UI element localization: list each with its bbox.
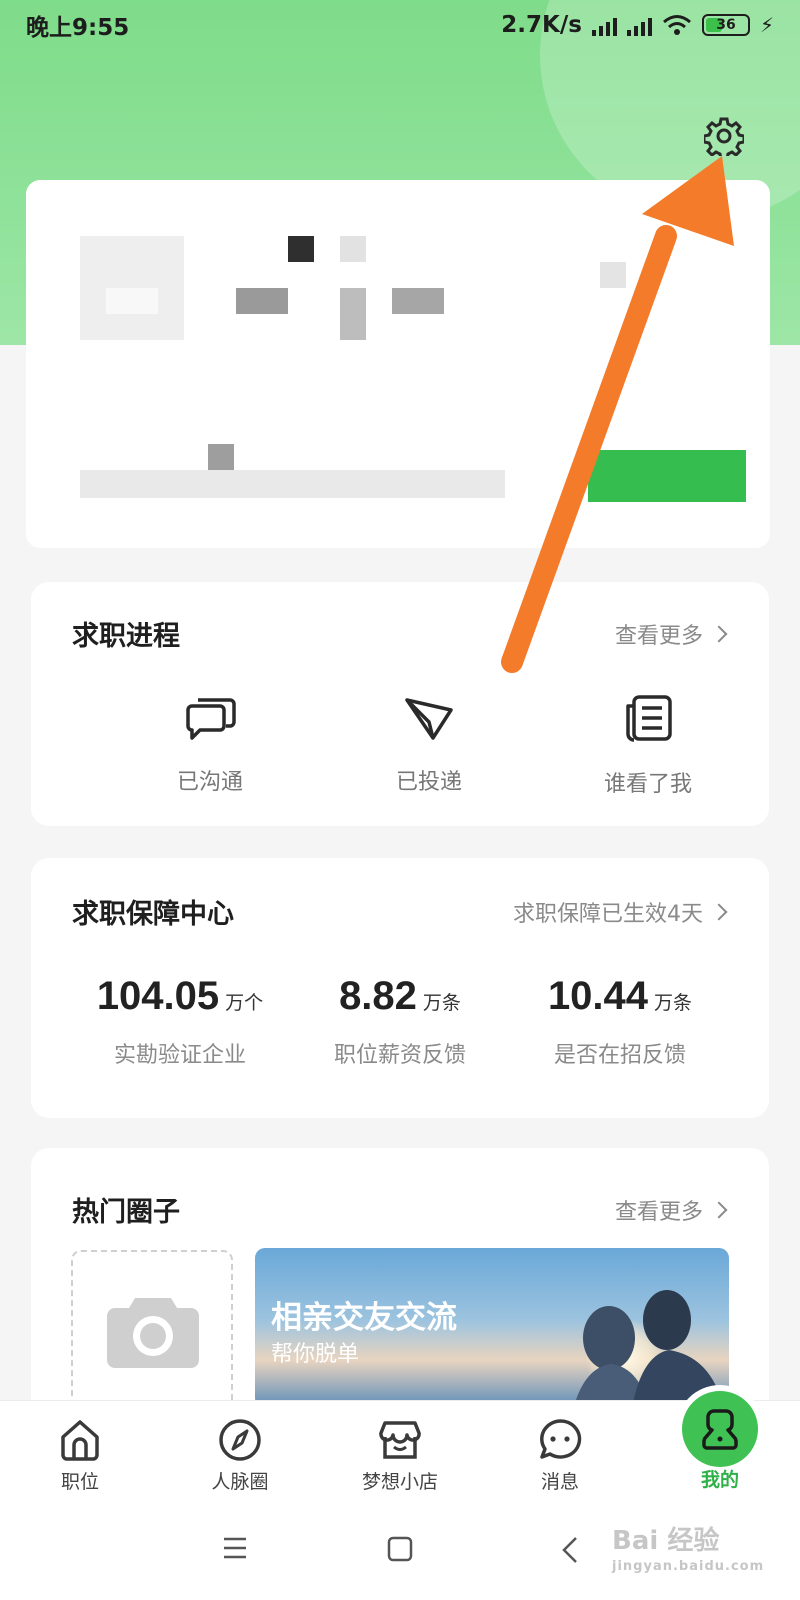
badge-blur — [600, 262, 626, 288]
menu-icon[interactable] — [222, 1536, 248, 1560]
settings-gear-icon[interactable] — [704, 116, 744, 156]
tab-me[interactable]: 我的 — [655, 1465, 785, 1492]
job-progress-card: 求职进程 查看更多 已沟通 已投递 谁看了我 — [31, 582, 769, 826]
tab-dream-shop[interactable]: 梦想小店 — [335, 1417, 465, 1494]
tab-label: 职位 — [60, 1471, 99, 1493]
progress-item-viewed-me[interactable]: 谁看了我 — [548, 694, 748, 798]
progress-item-delivered[interactable]: 已投递 — [329, 694, 529, 796]
stat-label: 是否在招反馈 — [553, 1043, 686, 1068]
info-blur — [208, 444, 234, 470]
more-label: 查看更多 — [614, 624, 703, 649]
signal-icon — [591, 14, 617, 36]
job-progress-more-link[interactable]: 查看更多 — [614, 618, 728, 650]
more-label: 查看更多 — [614, 1200, 703, 1225]
status-bar: 晚上9:55 2.7K/s 36 ⚡ — [0, 0, 800, 50]
tab-label: 我的 — [700, 1469, 739, 1491]
watermark-url: jingyan.baidu.com — [612, 1559, 765, 1574]
dating-circle-banner[interactable]: 相亲交友交流 帮你脱单 — [255, 1248, 729, 1408]
guarantee-title: 求职保障中心 — [72, 899, 234, 930]
hot-circles-card: 热门圈子 查看更多 相亲交友交流 帮你脱单 — [31, 1148, 769, 1438]
stat-label: 实勘验证企业 — [113, 1043, 246, 1068]
compass-icon — [219, 1419, 261, 1461]
message-icon — [540, 1419, 582, 1459]
name-blur — [340, 236, 366, 262]
battery-icon: 36 — [701, 14, 750, 36]
watermark-brand: Bai 经验 — [612, 1526, 720, 1556]
home-icon — [61, 1420, 99, 1461]
back-icon[interactable] — [560, 1536, 580, 1564]
info-bar — [80, 470, 505, 498]
name-blur — [392, 288, 444, 314]
network-speed: 2.7K/s — [501, 12, 582, 38]
document-icon — [626, 695, 672, 742]
hot-circles-title: 热门圈子 — [72, 1197, 180, 1228]
tab-me-button[interactable] — [682, 1391, 758, 1467]
tab-me-bubble[interactable] — [676, 1385, 764, 1473]
job-progress-title: 求职进程 — [72, 621, 180, 652]
progress-label: 已沟通 — [176, 770, 243, 795]
tab-label: 梦想小店 — [361, 1471, 438, 1493]
wifi-icon — [662, 15, 691, 35]
stat-value: 104.05 — [96, 974, 220, 1018]
tab-label: 人脉圈 — [211, 1471, 269, 1493]
stat-label: 职位薪资反馈 — [333, 1043, 466, 1068]
chevron-right-icon — [710, 903, 728, 921]
couple-photo — [573, 1290, 724, 1408]
progress-label: 谁看了我 — [603, 772, 692, 797]
guarantee-center-card: 求职保障中心 求职保障已生效4天 104.05 万个 实勘验证企业 8.82 万条 … — [31, 858, 769, 1118]
stat-unit: 万条 — [422, 992, 461, 1014]
banner-title: 相亲交友交流 — [271, 1300, 457, 1336]
avatar-blur — [106, 288, 158, 314]
hot-circles-more-link[interactable]: 查看更多 — [614, 1194, 728, 1226]
paper-plane-icon — [405, 698, 453, 740]
name-blur — [288, 236, 314, 262]
battery-level: 36 — [716, 17, 736, 33]
stat-verified-companies[interactable]: 104.05 万个 实勘验证企业 — [60, 974, 300, 1069]
signal-icon-2 — [626, 14, 652, 36]
stat-value: 8.82 — [339, 974, 417, 1018]
upload-photo-tile[interactable] — [71, 1250, 233, 1410]
profile-icon — [702, 1409, 738, 1450]
tab-network[interactable]: 人脉圈 — [175, 1417, 305, 1494]
home-square-icon[interactable] — [387, 1536, 413, 1562]
stat-hiring-feedback[interactable]: 10.44 万条 是否在招反馈 — [500, 974, 740, 1069]
progress-label: 已投递 — [395, 770, 462, 795]
bottom-tab-bar: 职位 人脉圈 梦想小店 消息 我的 — [0, 1385, 800, 1500]
name-blur — [236, 288, 288, 314]
chevron-right-icon — [710, 1201, 728, 1219]
tab-jobs[interactable]: 职位 — [15, 1417, 145, 1494]
profile-card[interactable] — [26, 180, 770, 548]
stat-salary-feedback[interactable]: 8.82 万条 职位薪资反馈 — [280, 974, 520, 1069]
guarantee-status: 求职保障已生效4天 — [513, 902, 703, 927]
status-time: 晚上9:55 — [26, 15, 130, 41]
banner-subtitle: 帮你脱单 — [271, 1342, 360, 1367]
camera-icon — [107, 1298, 199, 1368]
name-blur — [340, 288, 366, 340]
tab-label: 消息 — [540, 1471, 579, 1493]
shop-icon — [379, 1421, 421, 1459]
guarantee-status-link[interactable]: 求职保障已生效4天 — [513, 896, 728, 928]
stat-value: 10.44 — [547, 974, 649, 1018]
stat-unit: 万条 — [654, 992, 693, 1014]
tab-messages[interactable]: 消息 — [495, 1417, 625, 1494]
baidu-watermark: Bai 经验 jingyan.baidu.com — [612, 1520, 764, 1574]
charging-icon: ⚡ — [759, 13, 774, 37]
stat-unit: 万个 — [225, 992, 264, 1014]
chat-icon — [186, 698, 236, 740]
profile-action-button[interactable] — [588, 450, 746, 502]
chevron-right-icon — [710, 625, 728, 643]
progress-item-communicated[interactable]: 已沟通 — [110, 694, 310, 796]
